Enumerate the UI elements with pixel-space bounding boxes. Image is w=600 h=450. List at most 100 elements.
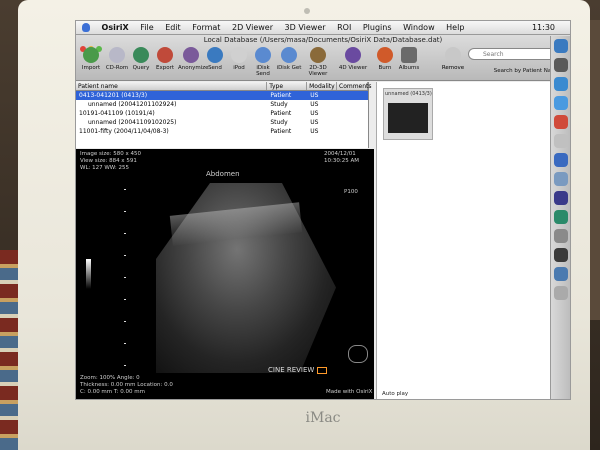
column-header[interactable]: Modality [307,82,337,90]
cell-type: Study [270,119,288,126]
study-time: 10:30:25 AM [324,158,359,164]
menu-file[interactable]: File [140,23,153,32]
menu-3d-viewer[interactable]: 3D Viewer [285,23,326,32]
albums-icon [401,47,417,63]
screen: OsiriX File Edit Format 2D Viewer 3D Vie… [75,20,571,400]
cell-name: unnamed (20041109102025) [88,119,177,126]
cine-review-label: CINE REVIEW [268,366,328,374]
burn-button[interactable]: Burn [372,47,398,71]
app-menu[interactable]: OsiriX [102,23,129,32]
ipod-button[interactable]: iPod [226,47,252,71]
cd-rom-button[interactable]: CD-Rom [104,47,130,71]
thumbnail-caption: unnamed (0413/3) [385,91,432,97]
series-thumbnail[interactable]: unnamed (0413/3) [383,88,433,140]
dashboard-icon[interactable] [553,58,568,72]
zoom-text: Zoom: 100% Angle: 0 [80,375,140,381]
cell-comments [337,91,368,100]
finder-icon[interactable] [553,39,568,53]
cell-name: 10191-041109 (10191/4) [79,110,155,117]
idisk-send-icon [255,47,271,63]
body-marker-icon [348,345,368,363]
ical-icon[interactable] [553,115,568,129]
idisk-get-icon [281,47,297,63]
anonymize-icon [183,47,199,63]
preview-pane: unnamed (0413/3) [376,82,552,399]
cine-frame-box [317,366,328,374]
iphoto-icon[interactable] [553,172,568,186]
remove-button[interactable]: Remove [438,47,468,71]
table-row[interactable]: 0413-041201 (0413/3) Patient US [76,91,368,100]
cell-name: 0413-041201 (0413/3) [79,92,148,99]
apple-menu-icon[interactable] [82,23,90,32]
app-icon[interactable] [553,210,568,224]
made-with-text: Made with OsiriX [326,389,373,395]
cell-comments [337,100,368,109]
menu-bar: OsiriX File Edit Format 2D Viewer 3D Vie… [76,21,570,35]
mail-icon[interactable] [553,96,568,110]
image-viewer[interactable]: Image size: 580 x 450 View size: 884 x 5… [76,149,374,399]
anonymize-button[interactable]: Anonymize [178,47,209,71]
menu-edit[interactable]: Edit [165,23,181,32]
itunes-icon[interactable] [553,153,568,167]
grayscale-bar [86,259,91,289]
view-size-text: View size: 884 x 591 [80,158,137,164]
table-row[interactable]: 10191-041109 (10191/4) Patient US [76,109,368,118]
menu-help[interactable]: Help [446,23,464,32]
column-header[interactable]: Patient name [76,82,268,90]
export-button[interactable]: Export [152,47,178,71]
cell-modality: US [310,101,319,108]
cell-name: unnamed (20041201102924) [88,101,177,108]
imovie-icon[interactable] [553,191,568,205]
terminal-icon[interactable] [553,248,568,262]
menu-window[interactable]: Window [403,23,435,32]
imac-monitor: iMac OsiriX File Edit Format 2D Viewer 3… [18,0,590,450]
menu-format[interactable]: Format [192,23,220,32]
table-row[interactable]: unnamed (20041109102025) Study US [76,118,368,127]
study-date: 2004/12/01 [324,151,356,157]
4d-viewer-button[interactable]: 4D Viewer [338,47,368,71]
camera-icon [304,8,310,14]
remove-icon [445,47,461,63]
cell-comments [337,127,368,136]
menu-2d-viewer[interactable]: 2D Viewer [232,23,273,32]
cell-comments [337,109,368,118]
probe-label: P100 [344,189,358,195]
depth-scale [124,189,126,369]
wl-text: WL: 127 WW: 255 [80,165,130,171]
send-button[interactable]: Send [202,47,228,71]
import-button[interactable]: Import [78,47,104,71]
column-header[interactable]: Comments [337,82,372,90]
window-title: Local Database (/Users/masa/Documents/Os… [203,36,443,44]
safari-icon[interactable] [553,77,568,91]
menu-roi[interactable]: ROI [337,23,351,32]
ipod-icon [231,47,247,63]
query-button[interactable]: Query [128,47,154,71]
cell-comments [337,118,368,127]
albums-button[interactable]: Albums [396,47,422,71]
imac-logo: iMac [305,410,341,426]
cell-modality: US [310,110,319,117]
2d-3d-viewer-button[interactable]: 2D-3D Viewer [302,47,334,77]
preferences-icon[interactable] [553,229,568,243]
osirix-icon[interactable] [553,267,568,281]
auto-play-checkbox[interactable]: Auto play [382,391,408,398]
idisk-get-button[interactable]: iDisk Get [276,47,302,71]
send-icon [207,47,223,63]
menu-plugins[interactable]: Plugins [363,23,392,32]
thickness-text: Thickness: 0.00 mm Location: 0.0 [80,382,173,388]
address-book-icon[interactable] [553,134,568,148]
cell-name: 11001-fifty (2004/11/04/08-3) [79,128,169,135]
trash-icon[interactable] [553,286,568,300]
column-header[interactable]: Type [267,82,308,90]
cell-type: Patient [270,92,292,99]
cell-type: Patient [270,110,292,117]
table-row[interactable]: 11001-fifty (2004/11/04/08-3) Patient US [76,127,368,136]
menu-clock[interactable]: 11:30 [532,21,555,35]
table-header: Patient name Type Modality Comments [76,82,372,91]
viewer-icon [310,47,326,63]
idisk-send-button[interactable]: iDisk Send [250,47,276,77]
cell-modality: US [310,128,319,135]
cell-modality: US [310,92,319,99]
table-row[interactable]: unnamed (20041201102924) Study US [76,100,368,109]
search-input[interactable]: Search [468,48,556,60]
